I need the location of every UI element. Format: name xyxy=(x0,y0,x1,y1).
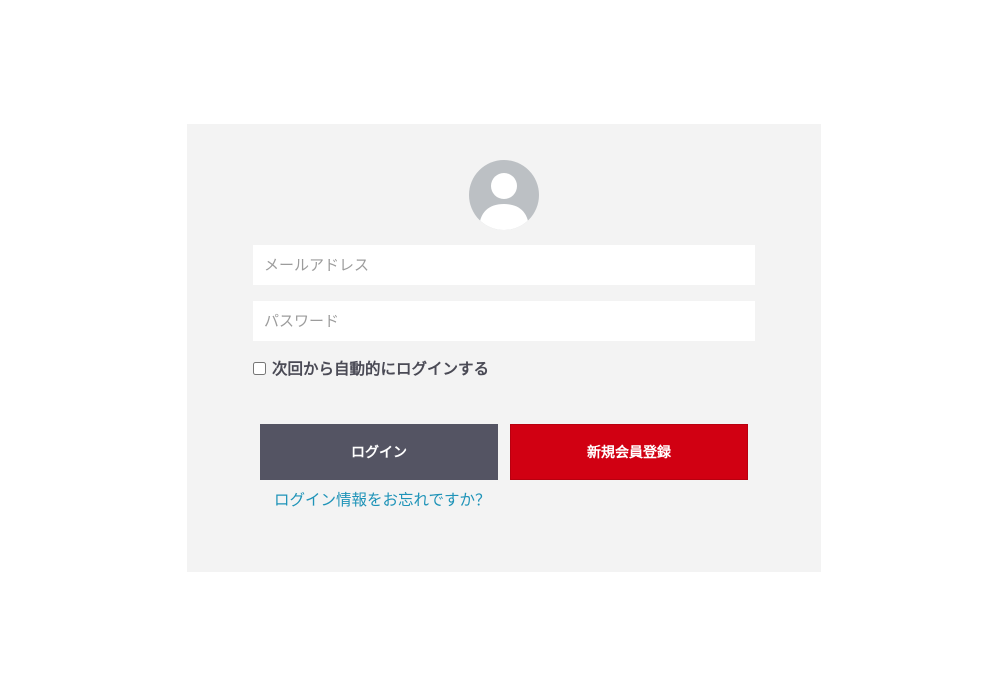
login-panel: 次回から自動的にログインする ログイン 新規会員登録 ログイン情報をお忘れですか… xyxy=(187,124,821,572)
user-avatar-icon xyxy=(469,160,539,230)
password-field[interactable] xyxy=(253,301,755,341)
forgot-login-link[interactable]: ログイン情報をお忘れですか？ xyxy=(274,488,491,510)
email-field[interactable] xyxy=(253,245,755,285)
remember-me-checkbox[interactable] xyxy=(253,361,266,375)
register-button[interactable]: 新規会員登録 xyxy=(510,424,748,480)
user-silhouette-icon xyxy=(479,173,529,230)
remember-me-label: 次回から自動的にログインする xyxy=(272,360,490,378)
login-button[interactable]: ログイン xyxy=(260,424,498,480)
remember-me-option[interactable]: 次回から自動的にログインする xyxy=(253,357,489,379)
